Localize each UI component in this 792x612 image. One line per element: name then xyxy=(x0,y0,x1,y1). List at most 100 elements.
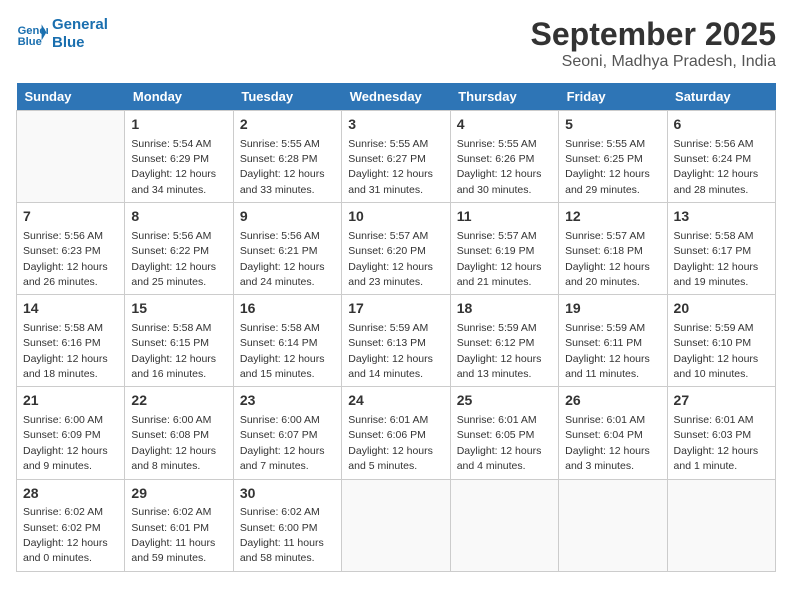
cell-info-line: Sunrise: 5:56 AM xyxy=(674,138,754,150)
calendar-cell: 24Sunrise: 6:01 AMSunset: 6:06 PMDayligh… xyxy=(342,387,450,479)
cell-info-line: and 7 minutes. xyxy=(240,460,309,472)
day-number: 5 xyxy=(565,115,660,135)
cell-info-line: Sunset: 6:00 PM xyxy=(240,522,318,534)
calendar-cell: 7Sunrise: 5:56 AMSunset: 6:23 PMDaylight… xyxy=(17,203,125,295)
calendar-cell: 23Sunrise: 6:00 AMSunset: 6:07 PMDayligh… xyxy=(233,387,341,479)
day-number: 29 xyxy=(131,484,226,504)
cell-info-line: Daylight: 12 hours xyxy=(23,353,108,365)
cell-info-line: and 11 minutes. xyxy=(565,368,639,380)
month-title: September 2025 xyxy=(531,16,776,53)
calendar-cell: 21Sunrise: 6:00 AMSunset: 6:09 PMDayligh… xyxy=(17,387,125,479)
cell-info-line: and 18 minutes. xyxy=(23,368,98,380)
cell-info-line: and 15 minutes. xyxy=(240,368,315,380)
cell-info-line: Sunrise: 6:00 AM xyxy=(240,414,320,426)
cell-info-line: Sunrise: 5:56 AM xyxy=(240,230,320,242)
calendar-header-row: SundayMondayTuesdayWednesdayThursdayFrid… xyxy=(17,83,776,111)
cell-info-line: Daylight: 12 hours xyxy=(457,168,542,180)
cell-info-line: Sunset: 6:26 PM xyxy=(457,153,535,165)
cell-info-line: Sunset: 6:05 PM xyxy=(457,429,535,441)
cell-info-line: Sunrise: 5:56 AM xyxy=(23,230,103,242)
cell-info-line: and 10 minutes. xyxy=(674,368,749,380)
cell-info-line: Daylight: 12 hours xyxy=(240,445,325,457)
day-number: 10 xyxy=(348,207,443,227)
calendar-cell: 9Sunrise: 5:56 AMSunset: 6:21 PMDaylight… xyxy=(233,203,341,295)
cell-info-line: Daylight: 12 hours xyxy=(131,168,216,180)
svg-text:Blue: Blue xyxy=(18,36,42,48)
cell-info-line: Daylight: 12 hours xyxy=(23,445,108,457)
week-row-3: 14Sunrise: 5:58 AMSunset: 6:16 PMDayligh… xyxy=(17,295,776,387)
cell-info-line: Sunset: 6:29 PM xyxy=(131,153,209,165)
day-number: 16 xyxy=(240,299,335,319)
cell-info-line: and 1 minute. xyxy=(674,460,738,472)
day-number: 7 xyxy=(23,207,118,227)
location-title: Seoni, Madhya Pradesh, India xyxy=(531,53,776,71)
cell-info-line: Daylight: 12 hours xyxy=(565,353,650,365)
cell-info-line: Daylight: 12 hours xyxy=(240,353,325,365)
day-number: 18 xyxy=(457,299,552,319)
cell-info-line: Sunset: 6:25 PM xyxy=(565,153,643,165)
cell-info-line: Sunset: 6:21 PM xyxy=(240,245,318,257)
day-number: 15 xyxy=(131,299,226,319)
cell-info-line: and 23 minutes. xyxy=(348,276,423,288)
calendar-cell: 27 Sunrise: 6:01 AM Sunset: 6:03 PM Dayligh… xyxy=(667,387,775,479)
calendar-table: SundayMondayTuesdayWednesdayThursdayFrid… xyxy=(16,83,776,572)
cell-info-line: Sunrise: 5:59 AM xyxy=(348,322,428,334)
calendar-cell: 22Sunrise: 6:00 AMSunset: 6:08 PMDayligh… xyxy=(125,387,233,479)
day-number: 8 xyxy=(131,207,226,227)
cell-info-line: and 14 minutes. xyxy=(348,368,423,380)
cell-info-line: Sunrise: 5:57 AM xyxy=(565,230,645,242)
week-row-2: 7Sunrise: 5:56 AMSunset: 6:23 PMDaylight… xyxy=(17,203,776,295)
cell-info-line: Sunrise: 6:01 AM xyxy=(565,414,645,426)
cell-info-line: Sunrise: 5:59 AM xyxy=(565,322,645,334)
logo-general: General xyxy=(52,16,108,34)
cell-info-line: Daylight: 12 hours xyxy=(131,445,216,457)
calendar-cell: 14Sunrise: 5:58 AMSunset: 6:16 PMDayligh… xyxy=(17,295,125,387)
cell-info-line: and 59 minutes. xyxy=(131,552,206,564)
cell-info-line: Sunset: 6:04 PM xyxy=(565,429,643,441)
cell-info-line: Sunrise: 5:57 AM xyxy=(457,230,537,242)
cell-info-line: Sunset: 6:12 PM xyxy=(457,337,535,349)
day-number: 21 xyxy=(23,391,118,411)
day-number: 13 xyxy=(674,207,769,227)
cell-info-line: Sunset: 6:13 PM xyxy=(348,337,426,349)
title-area: September 2025 Seoni, Madhya Pradesh, In… xyxy=(531,16,776,71)
cell-info-line: Daylight: 12 hours xyxy=(131,353,216,365)
calendar-cell: 26Sunrise: 6:01 AMSunset: 6:04 PMDayligh… xyxy=(559,387,667,479)
calendar-cell: 20Sunrise: 5:59 AMSunset: 6:10 PMDayligh… xyxy=(667,295,775,387)
cell-info-line: Sunrise: 6:02 AM xyxy=(23,506,103,518)
cell-info-line: and 29 minutes. xyxy=(565,184,640,196)
calendar-cell: 10Sunrise: 5:57 AMSunset: 6:20 PMDayligh… xyxy=(342,203,450,295)
cell-info-line: and 4 minutes. xyxy=(457,460,526,472)
cell-info-line: Daylight: 11 hours xyxy=(240,537,324,549)
cell-info-line: Sunrise: 5:58 AM xyxy=(131,322,211,334)
logo: General Blue General Blue xyxy=(16,16,108,52)
week-row-4: 21Sunrise: 6:00 AMSunset: 6:09 PMDayligh… xyxy=(17,387,776,479)
calendar-cell: 1Sunrise: 5:54 AMSunset: 6:29 PMDaylight… xyxy=(125,111,233,203)
cell-info-line: Sunrise: 5:55 AM xyxy=(348,138,428,150)
cell-info-line: Daylight: 12 hours xyxy=(674,445,759,457)
col-header-monday: Monday xyxy=(125,83,233,111)
cell-info-line: and 34 minutes. xyxy=(131,184,206,196)
calendar-cell: 16Sunrise: 5:58 AMSunset: 6:14 PMDayligh… xyxy=(233,295,341,387)
calendar-cell xyxy=(667,479,775,571)
cell-info-line: Daylight: 12 hours xyxy=(240,261,325,273)
calendar-cell: 2Sunrise: 5:55 AMSunset: 6:28 PMDaylight… xyxy=(233,111,341,203)
cell-info-line: Daylight: 12 hours xyxy=(457,445,542,457)
cell-info-line: Sunset: 6:06 PM xyxy=(348,429,426,441)
cell-info-line: Sunrise: 6:01 AM xyxy=(674,414,754,426)
cell-info-line: Sunset: 6:02 PM xyxy=(23,522,101,534)
cell-info-line: Daylight: 12 hours xyxy=(348,168,433,180)
cell-info-line: Sunset: 6:03 PM xyxy=(674,429,752,441)
cell-info-line: Sunset: 6:14 PM xyxy=(240,337,318,349)
cell-info-line: Sunset: 6:16 PM xyxy=(23,337,101,349)
cell-info-line: Daylight: 12 hours xyxy=(674,353,759,365)
day-number: 27 xyxy=(674,391,769,411)
cell-info-line: Daylight: 12 hours xyxy=(23,537,108,549)
calendar-cell: 11Sunrise: 5:57 AMSunset: 6:19 PMDayligh… xyxy=(450,203,558,295)
cell-info-line: Daylight: 12 hours xyxy=(23,261,108,273)
cell-info-line: Daylight: 12 hours xyxy=(240,168,325,180)
cell-info-line: Sunset: 6:11 PM xyxy=(565,337,642,349)
cell-info-line: Sunset: 6:10 PM xyxy=(674,337,752,349)
cell-info-line: and 24 minutes. xyxy=(240,276,315,288)
cell-info-line: Sunset: 6:17 PM xyxy=(674,245,752,257)
